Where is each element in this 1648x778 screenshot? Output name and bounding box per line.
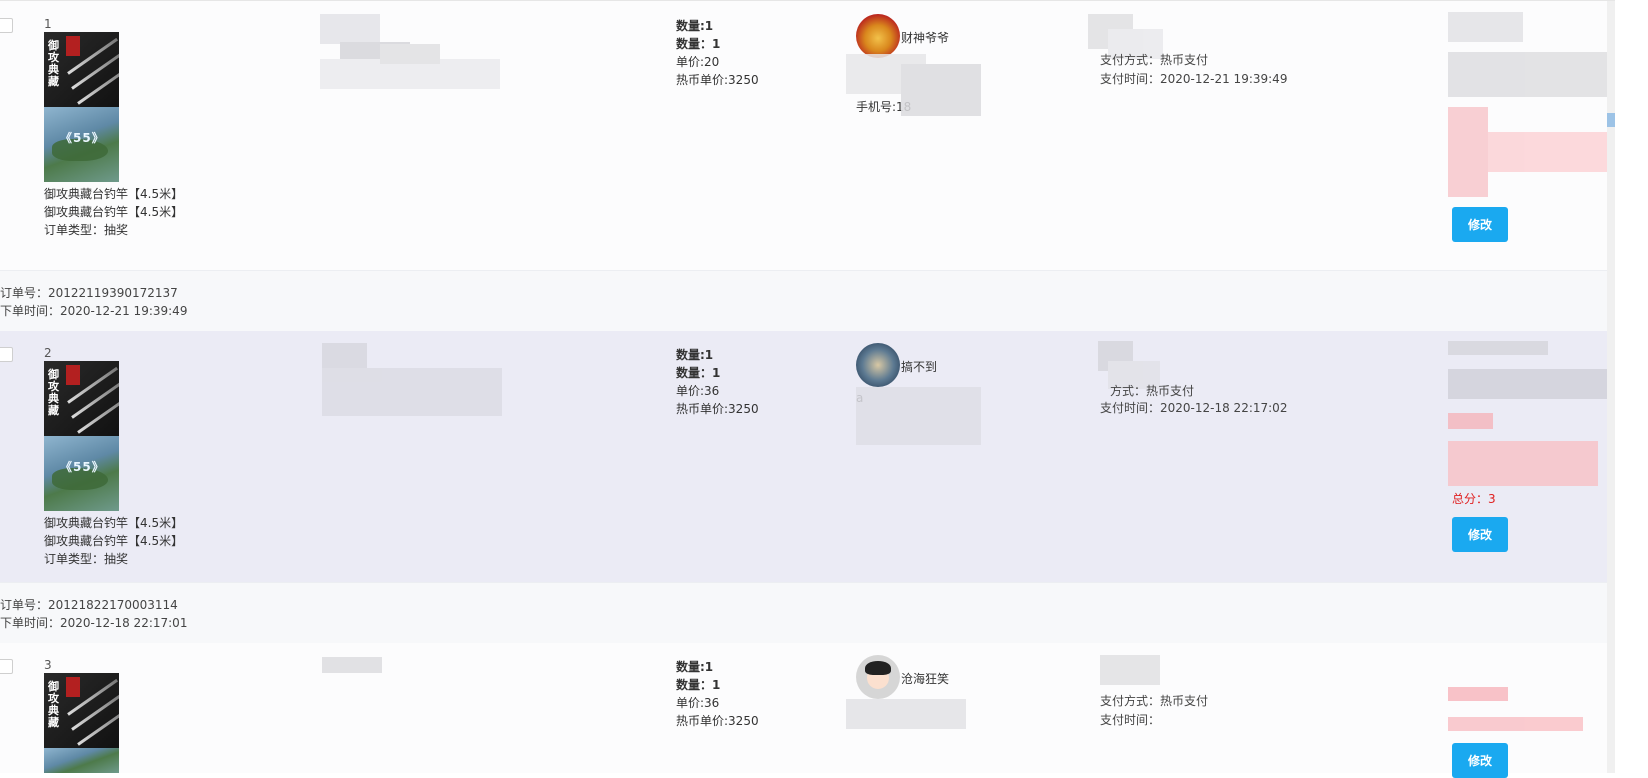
redacted-block: [846, 387, 981, 445]
redacted-block: [1448, 12, 1613, 197]
redacted-block: [322, 343, 502, 418]
redacted-block: [846, 54, 981, 116]
redacted-block: [1448, 687, 1583, 733]
product-image[interactable]: 《55》: [44, 107, 119, 182]
order-info: 订单号：20122119390172137 下单时间：2020-12-21 19…: [0, 270, 1615, 333]
username: 搞不到: [901, 360, 938, 374]
redacted-block: [322, 657, 382, 673]
table-row: 1 御攻典藏 《55》 御攻典藏台钓竿【4.5米】 御攻典藏台钓竿【4.5米】 …: [0, 2, 1615, 270]
username: 沧海狂笑: [901, 672, 950, 686]
hot-coin-price: 热币单价:3250: [676, 402, 759, 416]
product-image[interactable]: 御攻典藏: [44, 32, 119, 107]
product-image[interactable]: 御攻典藏: [44, 361, 119, 436]
row-index: 3: [44, 658, 52, 672]
scrollbar-thumb[interactable]: [1607, 113, 1615, 127]
row-index: 2: [44, 346, 52, 360]
table-row: 3 御攻典藏 数量:1 数量：1 单价:36 热币单价:3250 沧海狂笑 支付…: [0, 643, 1615, 778]
hot-coin-price: 热币单价:3250: [676, 714, 759, 728]
order-info: 订单号：20121822170003114 下单时间：2020-12-18 22…: [0, 582, 1615, 645]
product-image-label: 御攻典藏: [48, 39, 59, 88]
user-avatar[interactable]: [856, 655, 900, 699]
product-image-label: 《55》: [60, 131, 105, 145]
vertical-scrollbar[interactable]: [1607, 1, 1615, 773]
pay-method: 支付方式：热币支付: [1100, 694, 1209, 708]
unit-price: 单价:36: [676, 696, 720, 710]
pay-method: 方式：热币支付: [1110, 384, 1195, 398]
row-checkbox[interactable]: [0, 347, 13, 362]
product-image-label: 《55》: [60, 460, 105, 474]
order-number: 订单号：20122119390172137: [0, 286, 178, 300]
redacted-block: [1100, 655, 1160, 685]
product-name: 御攻典藏台钓竿【4.5米】: [44, 205, 184, 219]
product-image-label: 御攻典藏: [48, 368, 59, 417]
product-name: 御攻典藏台钓竿【4.5米】: [44, 534, 184, 548]
user-avatar[interactable]: [856, 343, 900, 387]
quantity: 数量:1: [676, 19, 714, 33]
unit-price: 单价:36: [676, 384, 720, 398]
redacted-block: [320, 14, 500, 99]
product-image[interactable]: [44, 748, 119, 773]
quantity: 数量：1: [676, 366, 721, 380]
product-image[interactable]: 御攻典藏: [44, 673, 119, 748]
redacted-block: [1448, 341, 1610, 486]
order-time: 下单时间：2020-12-18 22:17:01: [0, 616, 188, 630]
product-name: 御攻典藏台钓竿【4.5米】: [44, 516, 184, 530]
product-image[interactable]: 《55》: [44, 436, 119, 511]
quantity: 数量:1: [676, 660, 714, 674]
quantity: 数量：1: [676, 678, 721, 692]
pay-time: 支付时间：2020-12-18 22:17:02: [1100, 401, 1288, 415]
edit-button[interactable]: 修改: [1452, 207, 1508, 242]
pay-time: 支付时间：: [1100, 713, 1161, 727]
row-index: 1: [44, 17, 52, 31]
username: 财神爷爷: [901, 31, 950, 45]
order-type: 订单类型：抽奖: [44, 223, 129, 237]
product-name: 御攻典藏台钓竿【4.5米】: [44, 187, 184, 201]
order-number: 订单号：20121822170003114: [0, 598, 178, 612]
user-avatar[interactable]: [856, 14, 900, 58]
row-checkbox[interactable]: [0, 18, 13, 33]
redacted-block: [846, 699, 966, 729]
quantity: 数量：1: [676, 37, 721, 51]
edit-button[interactable]: 修改: [1452, 517, 1508, 552]
table-row: 2 御攻典藏 《55》 御攻典藏台钓竿【4.5米】 御攻典藏台钓竿【4.5米】 …: [0, 331, 1615, 582]
hot-coin-price: 热币单价:3250: [676, 73, 759, 87]
warning-text: 总分：3: [1452, 492, 1496, 506]
edit-button[interactable]: 修改: [1452, 743, 1508, 778]
orders-table: 1 御攻典藏 《55》 御攻典藏台钓竿【4.5米】 御攻典藏台钓竿【4.5米】 …: [0, 0, 1615, 778]
product-image-label: 御攻典藏: [48, 680, 59, 729]
quantity: 数量:1: [676, 348, 714, 362]
pay-time: 支付时间：2020-12-21 19:39:49: [1100, 72, 1288, 86]
unit-price: 单价:20: [676, 55, 720, 69]
row-checkbox[interactable]: [0, 659, 13, 674]
pay-method: 支付方式：热币支付: [1100, 53, 1209, 67]
order-time: 下单时间：2020-12-21 19:39:49: [0, 304, 188, 318]
order-type: 订单类型：抽奖: [44, 552, 129, 566]
